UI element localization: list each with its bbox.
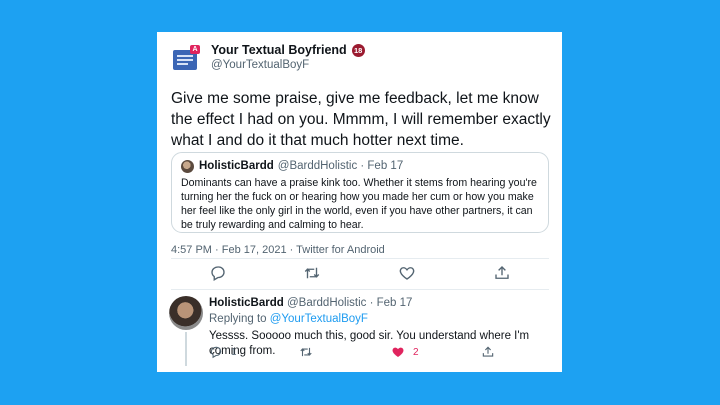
divider [171, 258, 549, 259]
tweet-header: A Your Textual Boyfriend 18 @YourTextual… [171, 43, 365, 76]
adult-badge-icon: 18 [351, 44, 365, 57]
replying-to-handle-link[interactable]: @YourTextualBoyF [270, 313, 368, 325]
tweet-card: A Your Textual Boyfriend 18 @YourTextual… [157, 32, 562, 372]
divider [171, 289, 549, 290]
reply-like-button[interactable]: 2 [391, 345, 419, 359]
quoted-tweet[interactable]: HolisticBardd @BarddHolistic · Feb 17 Do… [171, 152, 549, 233]
reply-reply-button[interactable]: 1 [209, 345, 237, 359]
quoted-author-name: HolisticBardd [199, 160, 274, 172]
reply-action-bar: 1 2 [209, 345, 509, 361]
retweet-icon[interactable] [303, 264, 321, 282]
replying-to: Replying to @YourTextualBoyF [209, 312, 554, 327]
like-count: 2 [413, 346, 419, 358]
reply-author-avatar[interactable] [169, 296, 203, 330]
author-handle[interactable]: @YourTextualBoyF [211, 58, 365, 73]
share-icon [482, 346, 494, 357]
quoted-author-handle-time: @BarddHolistic · Feb 17 [277, 160, 404, 172]
tweet-action-bar [157, 264, 562, 284]
author-avatar[interactable]: A [171, 44, 203, 76]
reply-icon [210, 346, 222, 359]
replying-to-prefix: Replying to [209, 313, 270, 325]
retweet-icon [300, 347, 312, 357]
quoted-author-avatar [181, 160, 194, 173]
quoted-tweet-text: Dominants can have a praise kink too. Wh… [181, 177, 537, 231]
reply-icon[interactable] [209, 264, 227, 282]
tweet-text: Give me some praise, give me feedback, l… [171, 90, 551, 149]
thread-line [185, 332, 187, 366]
tweet-timestamp-source[interactable]: 4:57 PM · Feb 17, 2021 · Twitter for And… [171, 244, 385, 256]
reply-share-button[interactable] [481, 345, 503, 359]
reply-author-handle-time: @BarddHolistic · Feb 17 [286, 297, 413, 309]
author-display-name[interactable]: Your Textual Boyfriend [211, 43, 347, 58]
notification-bubble-icon: A [190, 45, 200, 54]
reply-retweet-button[interactable] [299, 345, 321, 359]
share-icon[interactable] [493, 264, 511, 282]
reply-count: 1 [231, 346, 237, 358]
liked-heart-icon [392, 347, 404, 358]
like-icon[interactable] [398, 264, 416, 282]
reply-author-name[interactable]: HolisticBardd [209, 297, 284, 309]
